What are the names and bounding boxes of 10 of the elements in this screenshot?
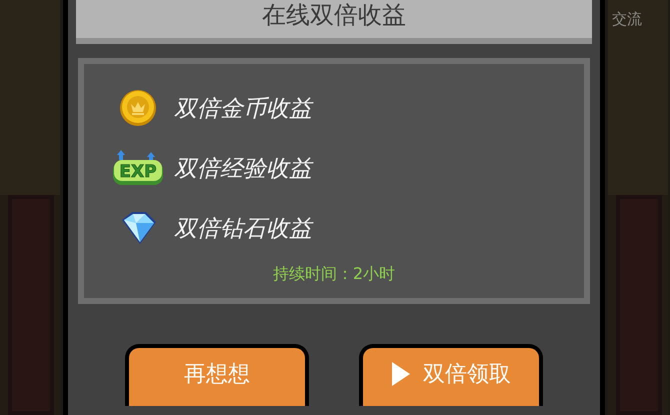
reward-label: 双倍经验收益 [174,154,312,184]
dialog-title: 在线双倍收益 [262,2,406,28]
claim-button[interactable]: 双倍领取 [359,344,543,406]
side-label: 交流 [612,10,642,29]
duration-text: 持续时间：2小时 [272,264,396,283]
coin-icon [119,89,157,127]
reward-label: 双倍钻石收益 [174,214,312,244]
play-icon [391,361,411,387]
reward-label: 双倍金币收益 [174,94,312,124]
cancel-button[interactable]: 再想想 [125,344,309,406]
